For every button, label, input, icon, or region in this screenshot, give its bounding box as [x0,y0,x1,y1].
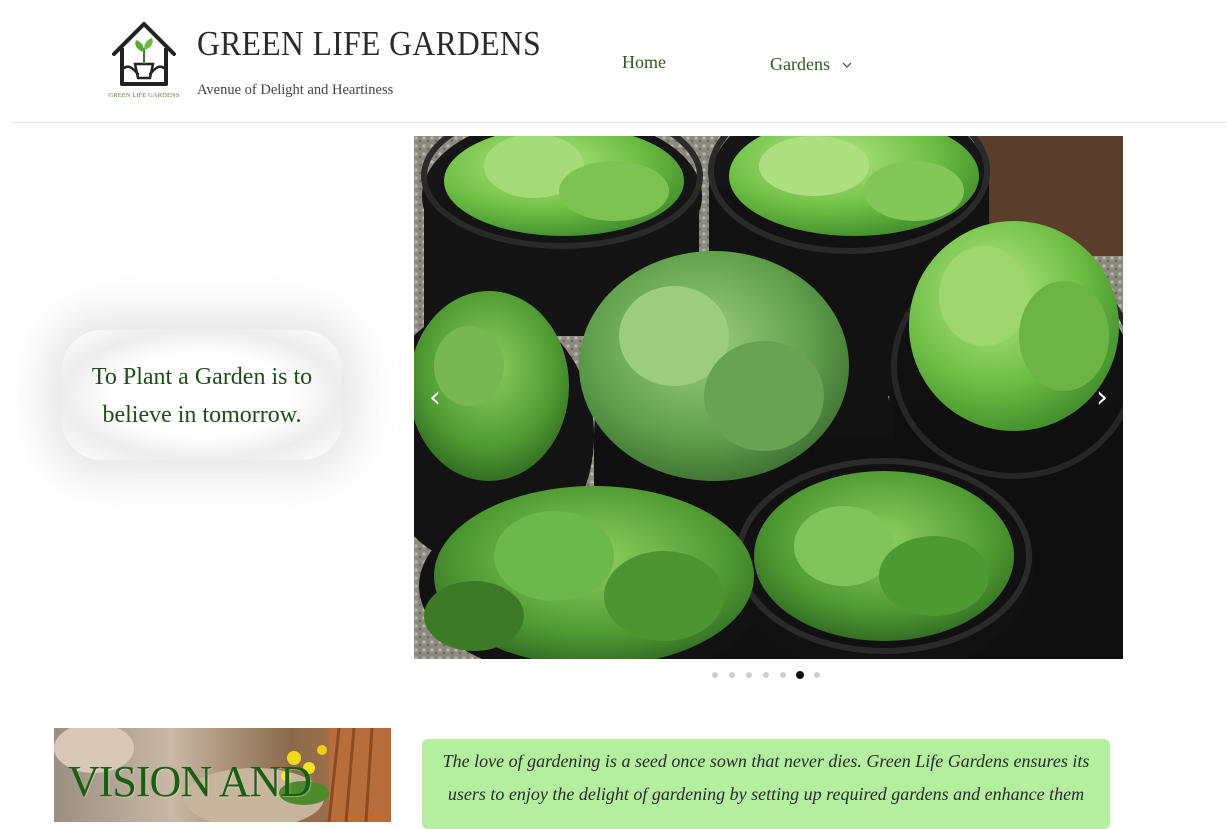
carousel-dot[interactable] [729,672,735,678]
nav-gardens-label: Gardens [770,54,830,74]
carousel-dot[interactable] [780,672,786,678]
carousel-dot[interactable] [746,672,752,678]
nav-home-link[interactable]: Home [622,52,666,73]
intro-text: The love of gardening is a seed once sow… [442,751,1090,804]
carousel-dot[interactable] [763,672,769,678]
hero-quote-text: To Plant a Garden is to believe in tomor… [91,364,313,428]
carousel-next-button[interactable]: › [1087,378,1117,418]
hero-quote-box: To Plant a Garden is to believe in tomor… [62,330,342,460]
carousel-slide-image [414,136,1123,659]
logo-caption: GREEN LIFE GARDENS [108,92,180,99]
nav-gardens-dropdown[interactable]: Gardens [770,52,852,75]
site-logo[interactable]: GREEN LIFE GARDENS [102,18,186,102]
image-carousel[interactable]: ‹ › [414,136,1123,659]
vision-image: VISION AND [54,728,391,822]
carousel-dot[interactable] [712,672,718,678]
chevron-down-icon [842,52,852,73]
site-title[interactable]: GREEN LIFE GARDENS [197,24,541,64]
carousel-prev-button[interactable]: ‹ [420,378,450,418]
carousel-dot-active[interactable] [796,671,804,679]
carousel-dot[interactable] [814,672,820,678]
intro-box: The love of gardening is a seed once sow… [422,739,1110,829]
vision-title: VISION AND [68,757,312,806]
site-header: GREEN LIFE GARDENS GREEN LIFE GARDENS Av… [12,0,1226,123]
carousel-indicators [711,671,821,679]
site-tagline: Avenue of Delight and Heartiness [197,82,394,98]
house-plant-icon [112,22,176,86]
